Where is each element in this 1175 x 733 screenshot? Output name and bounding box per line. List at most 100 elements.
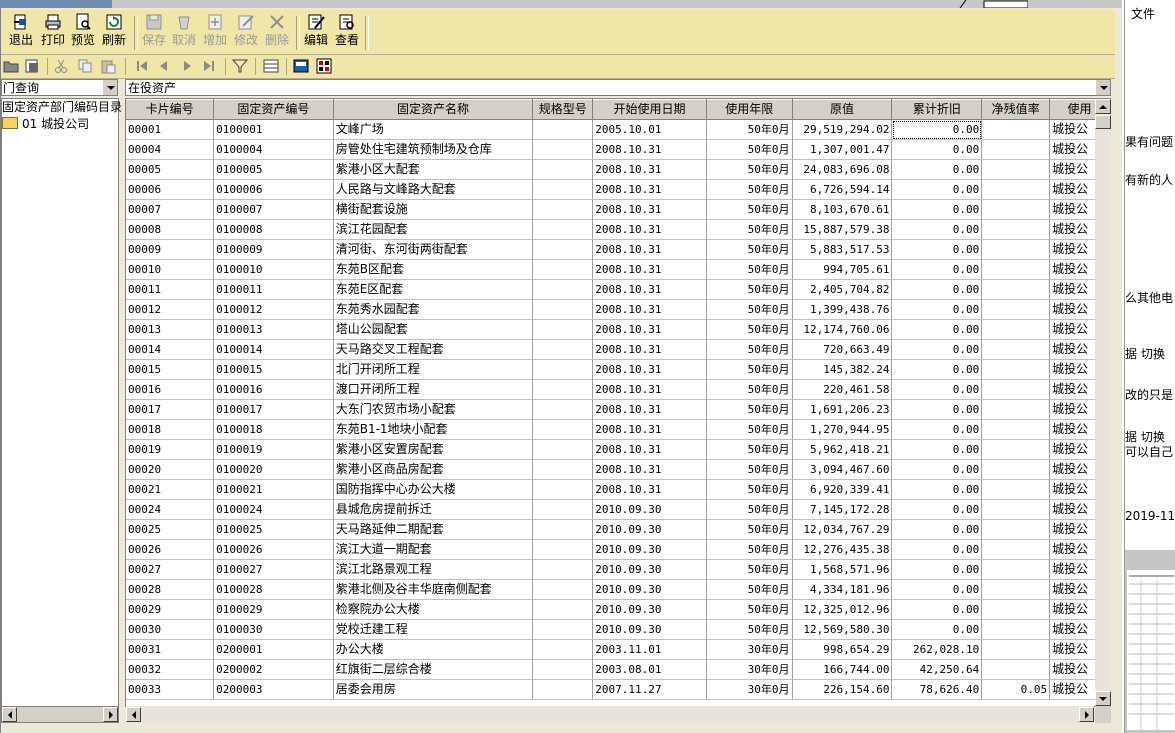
table-cell[interactable]: 0.00 [891, 219, 983, 240]
table-cell[interactable]: 0100030 [213, 619, 334, 640]
table-cell[interactable]: 00015 [126, 359, 215, 380]
table-cell[interactable]: 红旗街二层综合楼 [333, 659, 534, 680]
table-cell[interactable]: 清河街、东河街两街配套 [333, 239, 534, 260]
table-cell[interactable] [981, 479, 1051, 500]
table-cell[interactable] [532, 479, 594, 500]
table-cell[interactable]: 居委会用房 [333, 679, 534, 700]
table-cell[interactable]: 紫港小区大配套 [333, 159, 534, 180]
table-cell[interactable] [532, 559, 594, 580]
table-cell[interactable]: 文峰广场 [333, 119, 534, 140]
table-cell[interactable]: 720,663.49 [792, 339, 893, 360]
table-cell[interactable]: 0.00 [891, 599, 983, 620]
table-cell[interactable] [981, 219, 1051, 240]
table-cell[interactable]: 0100007 [213, 199, 334, 220]
table-cell[interactable]: 2008.10.31 [592, 159, 707, 180]
chevron-down-icon[interactable] [1095, 80, 1110, 95]
table-cell[interactable] [981, 619, 1051, 640]
tree-horizontal-scrollbar[interactable] [1, 706, 119, 723]
table-cell[interactable]: 0100028 [213, 579, 334, 600]
table-row[interactable]: 00021 0100021 国防指挥中心办公大楼 2008.10.31 50年0月 6,9… [126, 479, 1110, 500]
table-cell[interactable]: 7,145,172.28 [792, 499, 893, 520]
table-row[interactable]: 00017 0100017 大东门农贸市场小配套 2008.10.31 50年0月 1,6… [126, 399, 1110, 420]
table-cell[interactable] [981, 659, 1051, 680]
grid-horizontal-scrollbar[interactable] [126, 706, 1094, 723]
table-cell[interactable]: 50年0月 [706, 519, 793, 540]
table-cell[interactable]: 2010.09.30 [592, 619, 707, 640]
table-cell[interactable]: 00006 [126, 179, 215, 200]
table-cell[interactable]: 0.00 [891, 419, 983, 440]
table-cell[interactable] [532, 139, 594, 160]
table-cell[interactable]: 50年0月 [706, 579, 793, 600]
table-cell[interactable]: 滨江大道一期配套 [333, 539, 534, 560]
exit-button[interactable]: 退出 [5, 10, 37, 54]
table-cell[interactable]: 0100026 [213, 539, 334, 560]
table-row[interactable]: 00015 0100015 北门开闭所工程 2008.10.31 50年0月 145,38… [126, 359, 1110, 380]
table-cell[interactable]: 0.00 [891, 159, 983, 180]
column-header[interactable]: 使用年限 [706, 99, 793, 120]
table-cell[interactable]: 渡口开闭所工程 [333, 379, 534, 400]
table-cell[interactable]: 50年0月 [706, 359, 793, 380]
table-cell[interactable] [981, 639, 1051, 660]
table-cell[interactable]: 0100006 [213, 179, 334, 200]
table-cell[interactable]: 0.00 [891, 179, 983, 200]
table-cell[interactable] [532, 119, 594, 140]
table-cell[interactable]: 50年0月 [706, 279, 793, 300]
table-cell[interactable]: 00019 [126, 439, 215, 460]
table-cell[interactable]: 天马路交叉工程配套 [333, 339, 534, 360]
table-cell[interactable]: 0.05 [981, 679, 1051, 700]
table-cell[interactable]: 12,034,767.29 [792, 519, 893, 540]
table-cell[interactable] [981, 559, 1051, 580]
modify-button[interactable]: 修改 [230, 10, 262, 54]
table-cell[interactable]: 42,250.64 [891, 659, 983, 680]
table-cell[interactable]: 0.00 [891, 319, 983, 340]
table-cell[interactable] [981, 359, 1051, 380]
preview-button[interactable]: 预览 [67, 10, 99, 54]
table-cell[interactable]: 00027 [126, 559, 215, 580]
table-row[interactable]: 00024 0100024 县城危房提前拆迁 2010.09.30 50年0月 7,145… [126, 499, 1110, 520]
table-row[interactable]: 00005 0100005 紫港小区大配套 2008.10.31 50年0月 24,083… [126, 159, 1110, 180]
table-cell[interactable]: 0100029 [213, 599, 334, 620]
table-cell[interactable]: 00025 [126, 519, 215, 540]
table-cell[interactable] [981, 159, 1051, 180]
table-cell[interactable]: 50年0月 [706, 219, 793, 240]
scroll-down-icon[interactable] [1095, 691, 1111, 706]
table-cell[interactable]: 0100013 [213, 319, 334, 340]
table-cell[interactable]: 145,382.24 [792, 359, 893, 380]
report-icon[interactable] [316, 58, 332, 74]
table-cell[interactable]: 00010 [126, 259, 215, 280]
table-cell[interactable]: 00004 [126, 139, 215, 160]
table-row[interactable]: 00010 0100010 东苑B区配套 2008.10.31 50年0月 994,705… [126, 259, 1110, 280]
table-cell[interactable]: 0100024 [213, 499, 334, 520]
save-button[interactable]: 保存 [138, 10, 170, 54]
table-cell[interactable]: 紫港北侧及谷丰华庭南侧配套 [333, 579, 534, 600]
table-cell[interactable]: 00017 [126, 399, 215, 420]
table-cell[interactable]: 2,405,704.82 [792, 279, 893, 300]
table-row[interactable]: 00032 0200002 红旗街二层综合楼 2003.08.01 30年0月 166,7… [126, 659, 1110, 680]
table-cell[interactable] [532, 179, 594, 200]
column-header[interactable]: 卡片编号 [126, 99, 215, 120]
table-cell[interactable]: 00011 [126, 279, 215, 300]
table-cell[interactable] [981, 119, 1051, 140]
table-cell[interactable]: 0100004 [213, 139, 334, 160]
last-record-icon[interactable] [201, 58, 217, 74]
table-cell[interactable]: 50年0月 [706, 439, 793, 460]
export-icon[interactable] [24, 58, 40, 74]
table-cell[interactable] [981, 339, 1051, 360]
asset-status-select[interactable]: 在役资产 [125, 79, 1111, 96]
table-cell[interactable]: 2008.10.31 [592, 219, 707, 240]
table-cell[interactable]: 北门开闭所工程 [333, 359, 534, 380]
table-cell[interactable]: 50年0月 [706, 159, 793, 180]
table-cell[interactable]: 0100008 [213, 219, 334, 240]
table-cell[interactable]: 0100021 [213, 479, 334, 500]
table-cell[interactable] [532, 159, 594, 180]
table-cell[interactable]: 50年0月 [706, 419, 793, 440]
table-cell[interactable]: 50年0月 [706, 559, 793, 580]
folder-open-icon[interactable] [3, 58, 19, 74]
table-cell[interactable]: 2008.10.31 [592, 459, 707, 480]
table-cell[interactable]: 00008 [126, 219, 215, 240]
table-cell[interactable]: 24,083,696.08 [792, 159, 893, 180]
table-cell[interactable]: 2008.10.31 [592, 379, 707, 400]
add-button[interactable]: 增加 [199, 10, 231, 54]
table-cell[interactable]: 0.00 [891, 619, 983, 640]
table-cell[interactable]: 2007.11.27 [592, 679, 707, 700]
